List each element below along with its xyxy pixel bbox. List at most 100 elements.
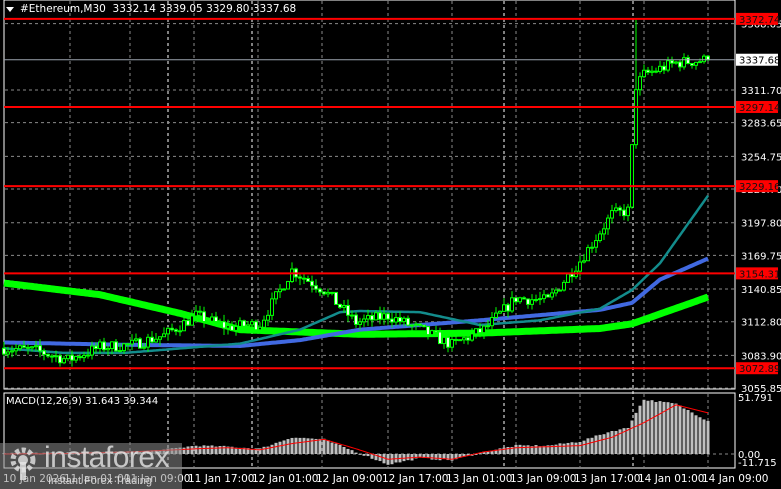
candle-body bbox=[214, 316, 218, 323]
candle bbox=[234, 322, 238, 336]
candle bbox=[150, 331, 154, 344]
candle bbox=[666, 56, 670, 73]
candle bbox=[558, 289, 562, 292]
candle-body bbox=[706, 55, 710, 61]
candle bbox=[394, 312, 398, 326]
macd-histogram-bar bbox=[626, 427, 630, 454]
candle-body bbox=[74, 356, 78, 361]
candle-body bbox=[14, 348, 18, 352]
candle-body bbox=[18, 345, 22, 350]
candle-body bbox=[190, 315, 194, 326]
candle-body bbox=[178, 330, 182, 333]
candle-body bbox=[434, 330, 438, 333]
macd-histogram-bar bbox=[354, 452, 358, 454]
candle bbox=[426, 326, 430, 340]
time-axis-label: 14 Jan 09:00 bbox=[702, 473, 768, 485]
macd-axis-label: 51.791 bbox=[738, 393, 773, 404]
candle bbox=[334, 291, 338, 305]
candle-body bbox=[654, 70, 658, 73]
candle-body bbox=[50, 355, 54, 358]
candle bbox=[542, 289, 546, 303]
macd-histogram-bar bbox=[346, 448, 350, 454]
candle bbox=[286, 280, 290, 290]
candle bbox=[270, 292, 274, 321]
candle-body bbox=[514, 297, 518, 303]
candle-body bbox=[682, 57, 686, 68]
macd-title: MACD(12,26,9) 31.643 39.344 bbox=[6, 396, 159, 407]
candle-body bbox=[82, 354, 86, 359]
candle-body bbox=[590, 246, 594, 249]
macd-histogram-bar bbox=[694, 415, 698, 454]
candle bbox=[566, 273, 570, 283]
candle bbox=[606, 214, 610, 235]
macd-histogram-bar bbox=[586, 438, 590, 454]
candle-body bbox=[438, 331, 442, 345]
candle bbox=[446, 335, 450, 353]
candle-body bbox=[498, 310, 502, 314]
candle bbox=[682, 53, 686, 70]
candle-body bbox=[542, 294, 546, 300]
macd-histogram-bar bbox=[362, 454, 366, 456]
candle-body bbox=[442, 336, 446, 345]
candle-body bbox=[318, 288, 322, 293]
candle bbox=[506, 302, 510, 318]
macd-histogram-bar bbox=[222, 445, 226, 454]
candle-body bbox=[34, 345, 38, 348]
candle-body bbox=[310, 280, 314, 287]
candle-body bbox=[130, 339, 134, 345]
collapse-triangle-icon[interactable] bbox=[6, 6, 14, 12]
current-price-label: 3337.68 bbox=[739, 56, 780, 67]
candle-body bbox=[490, 317, 494, 327]
candle-body bbox=[10, 350, 14, 353]
candle-body bbox=[118, 350, 122, 353]
candle bbox=[670, 56, 674, 68]
candle-body bbox=[506, 304, 510, 312]
candle-body bbox=[90, 345, 94, 356]
candle-body bbox=[482, 325, 486, 334]
macd-histogram-bar bbox=[674, 403, 678, 454]
candle-body bbox=[62, 358, 66, 364]
candle-body bbox=[554, 289, 558, 294]
candle-body bbox=[206, 320, 210, 323]
candle-body bbox=[538, 298, 542, 301]
candle bbox=[162, 327, 166, 338]
candle bbox=[574, 265, 578, 279]
price-axis-label: 3311.70 bbox=[741, 86, 781, 97]
macd-histogram-bar bbox=[646, 400, 650, 454]
candle-body bbox=[666, 60, 670, 71]
candle bbox=[130, 334, 134, 351]
candle bbox=[266, 309, 270, 326]
candle-body bbox=[42, 350, 46, 355]
candle bbox=[594, 234, 598, 253]
candle bbox=[170, 323, 174, 332]
chart-title: #Ethereum,M30 3332.14 3339.05 3329.80 33… bbox=[6, 3, 296, 15]
candle-body bbox=[198, 310, 202, 313]
candle-body bbox=[270, 298, 274, 316]
macd-histogram-bar bbox=[670, 403, 674, 454]
candle-body bbox=[54, 355, 58, 358]
macd-histogram-bar bbox=[430, 454, 434, 460]
candle bbox=[646, 67, 650, 76]
candle bbox=[474, 328, 478, 339]
candle-body bbox=[342, 304, 346, 308]
candle-body bbox=[642, 69, 646, 78]
time-axis-label: 14 Jan 01:00 bbox=[638, 473, 704, 485]
candle bbox=[298, 273, 302, 286]
candle-body bbox=[226, 325, 230, 329]
candle-body bbox=[6, 351, 10, 355]
candle-body bbox=[562, 281, 566, 291]
candle-body bbox=[174, 329, 178, 332]
candle bbox=[46, 353, 50, 359]
candle bbox=[482, 325, 486, 340]
candle bbox=[138, 337, 142, 349]
candle-body bbox=[602, 228, 606, 235]
candle bbox=[238, 317, 242, 328]
candle-body bbox=[478, 328, 482, 334]
candle-body bbox=[418, 323, 422, 326]
price-chart[interactable]: 10 Jan 202611 Jan 01:0011 Jan 09:0011 Ja… bbox=[0, 0, 781, 489]
macd-histogram-bar bbox=[366, 454, 370, 457]
candle-body bbox=[78, 356, 82, 359]
candle bbox=[370, 312, 374, 327]
candle bbox=[190, 309, 194, 326]
candle-body bbox=[230, 325, 234, 331]
